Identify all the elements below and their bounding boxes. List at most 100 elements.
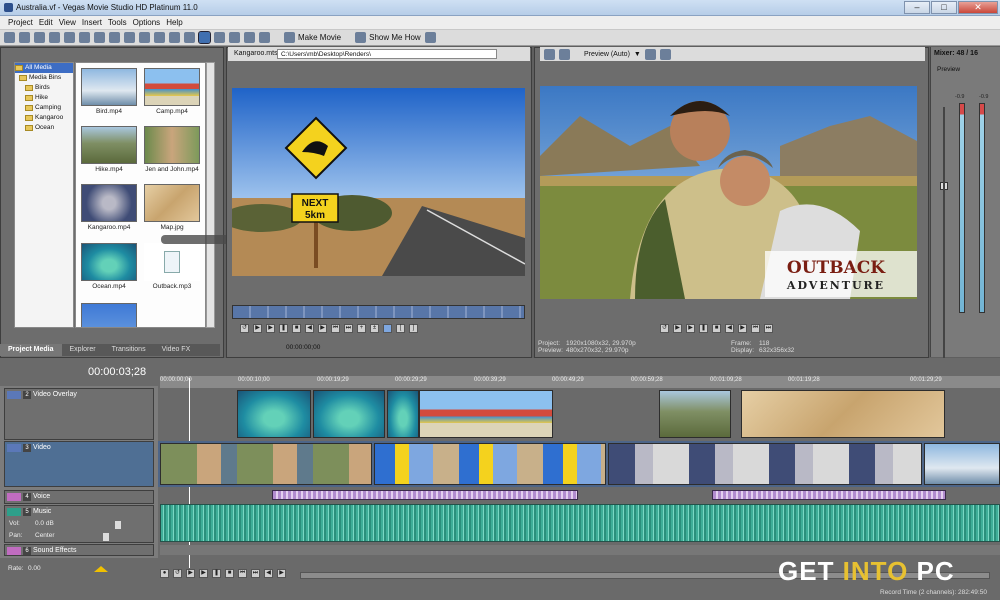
- redo-icon[interactable]: [184, 32, 195, 43]
- auto-ripple-icon[interactable]: [244, 32, 255, 43]
- go-to-start-icon[interactable]: ⏮: [751, 324, 760, 333]
- add-to-timeline-icon[interactable]: [383, 324, 392, 333]
- pause-icon[interactable]: ❚: [212, 569, 221, 578]
- clip-camp[interactable]: [419, 390, 553, 438]
- go-to-start-icon[interactable]: ⏮: [331, 324, 340, 333]
- go-to-end-icon[interactable]: ⏭: [764, 324, 773, 333]
- render-icon[interactable]: [49, 32, 60, 43]
- overlays-icon[interactable]: [644, 48, 656, 60]
- menu-edit[interactable]: Edit: [39, 16, 53, 30]
- clip-kangaroo-sign[interactable]: [374, 443, 606, 485]
- pause-icon[interactable]: ❚: [699, 324, 708, 333]
- previous-frame-icon[interactable]: ◀: [725, 324, 734, 333]
- lock-icon[interactable]: [259, 32, 270, 43]
- capture-icon[interactable]: [79, 32, 90, 43]
- tree-folder-birds[interactable]: Birds: [15, 83, 73, 93]
- previous-frame-icon[interactable]: ◀: [305, 324, 314, 333]
- envelope-tool-icon[interactable]: [214, 32, 225, 43]
- menu-view[interactable]: View: [59, 16, 76, 30]
- media-item[interactable]: Outback.mp3: [144, 243, 200, 290]
- track-header-video[interactable]: 3 Video: [4, 441, 154, 487]
- track-header-sound-effects[interactable]: 6 Sound Effects: [4, 544, 154, 556]
- tab-transitions[interactable]: Transitions: [104, 344, 154, 356]
- close-button[interactable]: ✕: [958, 1, 998, 14]
- save-icon[interactable]: [34, 32, 45, 43]
- clip-kangaroo[interactable]: [608, 443, 922, 485]
- tree-folder-ocean[interactable]: Ocean: [15, 123, 73, 133]
- tree-folder-kangaroo[interactable]: Kangaroo: [15, 113, 73, 123]
- normal-edit-tool-icon[interactable]: [198, 31, 211, 44]
- media-item[interactable]: Bird.mp4: [81, 68, 137, 115]
- get-media-icon[interactable]: [94, 32, 105, 43]
- menu-insert[interactable]: Insert: [82, 16, 102, 30]
- media-item[interactable]: Ocean.mp4: [81, 243, 137, 290]
- tab-explorer[interactable]: Explorer: [62, 344, 104, 356]
- media-item[interactable]: [81, 303, 137, 327]
- menu-tools[interactable]: Tools: [108, 16, 127, 30]
- undo-icon[interactable]: [169, 32, 180, 43]
- new-project-icon[interactable]: [4, 32, 15, 43]
- loop-icon[interactable]: ↺: [660, 324, 669, 333]
- trimmer-frames-strip[interactable]: [232, 305, 525, 319]
- play-icon[interactable]: ▶: [686, 324, 695, 333]
- clip-music-waveform[interactable]: [160, 504, 1000, 542]
- next-frame-icon[interactable]: ▶: [738, 324, 747, 333]
- trimmer-path-field[interactable]: C:\Users\mb\Desktop\Renders\: [277, 49, 497, 59]
- clip-jen-and-john[interactable]: [160, 443, 372, 485]
- preview-quality-dropdown[interactable]: Preview (Auto): [584, 51, 630, 58]
- media-item[interactable]: Camp.mp4: [144, 68, 200, 115]
- mark-in-icon[interactable]: [: [396, 324, 405, 333]
- snapping-icon[interactable]: [229, 32, 240, 43]
- go-to-end-icon[interactable]: ⏭: [251, 569, 260, 578]
- media-item[interactable]: Jen and John.mp4: [144, 126, 200, 173]
- loop-icon[interactable]: ↺: [240, 324, 249, 333]
- paste-icon[interactable]: [154, 32, 165, 43]
- clip-ocean[interactable]: [313, 390, 385, 438]
- clip-ocean[interactable]: [387, 390, 419, 438]
- timeline-ruler[interactable]: 00:00:00;00 00:00:10;00 00:00:19;29 00:0…: [160, 376, 1000, 388]
- go-to-end-icon[interactable]: ⏭: [344, 324, 353, 333]
- stop-icon[interactable]: ■: [712, 324, 721, 333]
- next-frame-icon[interactable]: ▶: [318, 324, 327, 333]
- import-icon[interactable]: [64, 32, 75, 43]
- next-frame-icon[interactable]: ▶: [277, 569, 286, 578]
- tab-video-fx[interactable]: Video FX: [154, 344, 199, 356]
- copy-icon[interactable]: [139, 32, 150, 43]
- media-item[interactable]: Hike.mp4: [81, 126, 137, 173]
- media-tree[interactable]: All Media Media Bins Birds Hike Camping …: [14, 62, 74, 328]
- minimize-button[interactable]: –: [904, 1, 930, 14]
- show-me-how-button[interactable]: Show Me How: [351, 32, 421, 43]
- cut-icon[interactable]: [124, 32, 135, 43]
- track-header-voice[interactable]: 4 Voice: [4, 490, 154, 504]
- media-item[interactable]: Kangaroo.mp4: [81, 184, 137, 231]
- tree-folder-camping[interactable]: Camping: [15, 103, 73, 113]
- tree-media-bins[interactable]: Media Bins: [15, 73, 73, 83]
- menu-options[interactable]: Options: [133, 16, 161, 30]
- go-to-start-icon[interactable]: ⏮: [238, 569, 247, 578]
- loop-icon[interactable]: ↺: [173, 569, 182, 578]
- thumbnail-scrollbar[interactable]: [206, 62, 215, 328]
- snapshot-icon[interactable]: [659, 48, 671, 60]
- clip-voice[interactable]: [272, 490, 578, 500]
- menu-project[interactable]: Project: [8, 16, 33, 30]
- mark-out-icon[interactable]: ]: [409, 324, 418, 333]
- play-icon[interactable]: ▶: [199, 569, 208, 578]
- stop-icon[interactable]: ■: [292, 324, 301, 333]
- menu-help[interactable]: Help: [166, 16, 182, 30]
- tree-folder-hike[interactable]: Hike: [15, 93, 73, 103]
- tab-project-media[interactable]: Project Media: [0, 344, 62, 356]
- chevron-down-icon[interactable]: ▼: [634, 51, 641, 58]
- maximize-button[interactable]: □: [931, 1, 957, 14]
- play-icon[interactable]: ▶: [266, 324, 275, 333]
- preview-settings-icon[interactable]: [544, 48, 555, 60]
- play-from-start-icon[interactable]: ▶: [186, 569, 195, 578]
- media-item[interactable]: Map.jpg: [144, 184, 200, 231]
- clip-bird[interactable]: [924, 443, 1000, 485]
- whats-this-icon[interactable]: [424, 32, 436, 43]
- tree-all-media[interactable]: All Media: [15, 63, 73, 73]
- stop-icon[interactable]: ■: [225, 569, 234, 578]
- properties-icon[interactable]: [109, 32, 120, 43]
- pause-icon[interactable]: ❚: [279, 324, 288, 333]
- play-from-start-icon[interactable]: ▶: [673, 324, 682, 333]
- clip-hike[interactable]: [659, 390, 731, 438]
